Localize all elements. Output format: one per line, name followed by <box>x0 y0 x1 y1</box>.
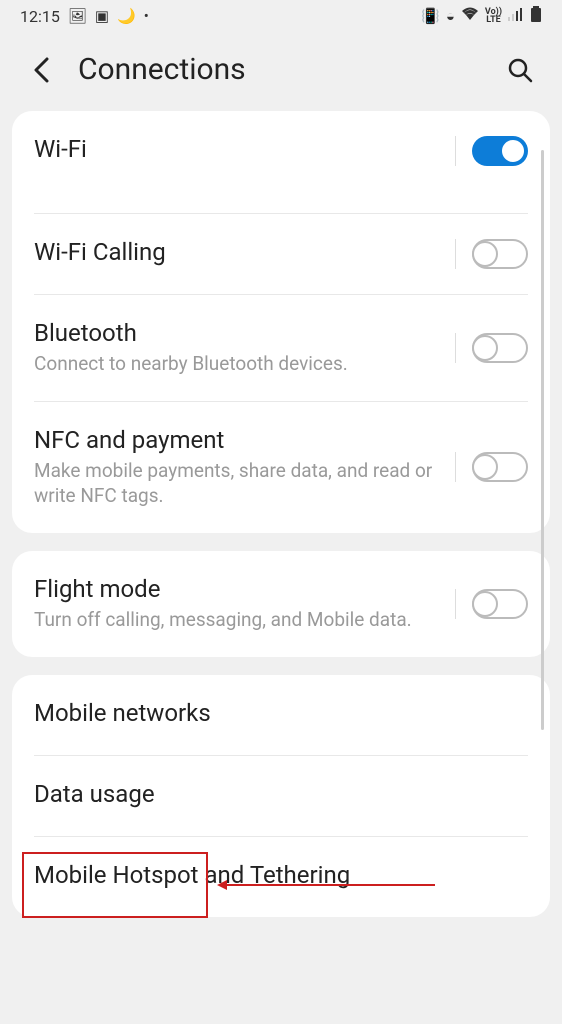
card-wireless: Wi-Fi Wi-Fi Calling Bluetooth Connect to… <box>12 111 550 533</box>
nfc-toggle[interactable] <box>472 452 528 482</box>
page-title: Connections <box>78 52 482 87</box>
status-time: 12:15 <box>20 7 60 26</box>
card-flight: Flight mode Turn off calling, messaging,… <box>12 551 550 657</box>
nfc-subtitle: Make mobile payments, share data, and re… <box>34 458 455 509</box>
row-nfc[interactable]: NFC and payment Make mobile payments, sh… <box>34 402 528 533</box>
signal-icon <box>508 7 524 25</box>
row-hotspot[interactable]: Mobile Hotspot and Tethering <box>34 837 528 917</box>
nfc-title: NFC and payment <box>34 426 455 454</box>
wifi-title: Wi-Fi <box>34 135 455 163</box>
content: Wi-Fi Wi-Fi Calling Bluetooth Connect to… <box>0 111 562 917</box>
row-bluetooth[interactable]: Bluetooth Connect to nearby Bluetooth de… <box>34 295 528 402</box>
row-wifi-calling[interactable]: Wi-Fi Calling <box>34 214 528 295</box>
flight-title: Flight mode <box>34 575 455 603</box>
header: Connections <box>0 32 562 111</box>
bluetooth-title: Bluetooth <box>34 319 455 347</box>
wifi-calling-toggle[interactable] <box>472 239 528 269</box>
back-button[interactable] <box>26 55 56 85</box>
data-usage-title: Data usage <box>34 780 528 808</box>
divider <box>455 333 456 363</box>
wifi-toggle[interactable] <box>472 136 528 166</box>
wifi-calling-title: Wi-Fi Calling <box>34 238 455 266</box>
dnd-icon: 🌙 <box>117 7 136 25</box>
battery-icon <box>530 6 542 26</box>
data-saver-icon: ◒ <box>446 7 455 25</box>
flight-toggle[interactable] <box>472 589 528 619</box>
bluetooth-subtitle: Connect to nearby Bluetooth devices. <box>34 351 455 377</box>
more-icon: • <box>144 7 149 25</box>
status-right: 📳 ◒ Vo))LTE <box>421 6 542 26</box>
vibrate-icon: 📳 <box>421 7 440 25</box>
row-wifi[interactable]: Wi-Fi <box>34 111 528 214</box>
row-data-usage[interactable]: Data usage <box>34 756 528 837</box>
divider <box>455 589 456 619</box>
camera-off-icon: ▣ <box>95 7 109 25</box>
divider <box>455 452 456 482</box>
row-flight-mode[interactable]: Flight mode Turn off calling, messaging,… <box>34 551 528 657</box>
scroll-indicator[interactable] <box>541 150 544 730</box>
volte-icon: Vo))LTE <box>485 8 502 24</box>
divider <box>455 136 456 166</box>
bluetooth-toggle[interactable] <box>472 333 528 363</box>
status-left: 12:15 🖼 ▣ 🌙 • <box>20 7 149 26</box>
hotspot-title: Mobile Hotspot and Tethering <box>34 861 528 889</box>
wifi-icon <box>461 7 479 25</box>
divider <box>455 239 456 269</box>
status-bar: 12:15 🖼 ▣ 🌙 • 📳 ◒ Vo))LTE <box>0 0 562 32</box>
search-button[interactable] <box>504 54 536 86</box>
flight-subtitle: Turn off calling, messaging, and Mobile … <box>34 607 455 633</box>
mobile-networks-title: Mobile networks <box>34 699 528 727</box>
picture-icon: 🖼 <box>68 7 87 25</box>
row-mobile-networks[interactable]: Mobile networks <box>34 675 528 756</box>
card-mobile: Mobile networks Data usage Mobile Hotspo… <box>12 675 550 917</box>
